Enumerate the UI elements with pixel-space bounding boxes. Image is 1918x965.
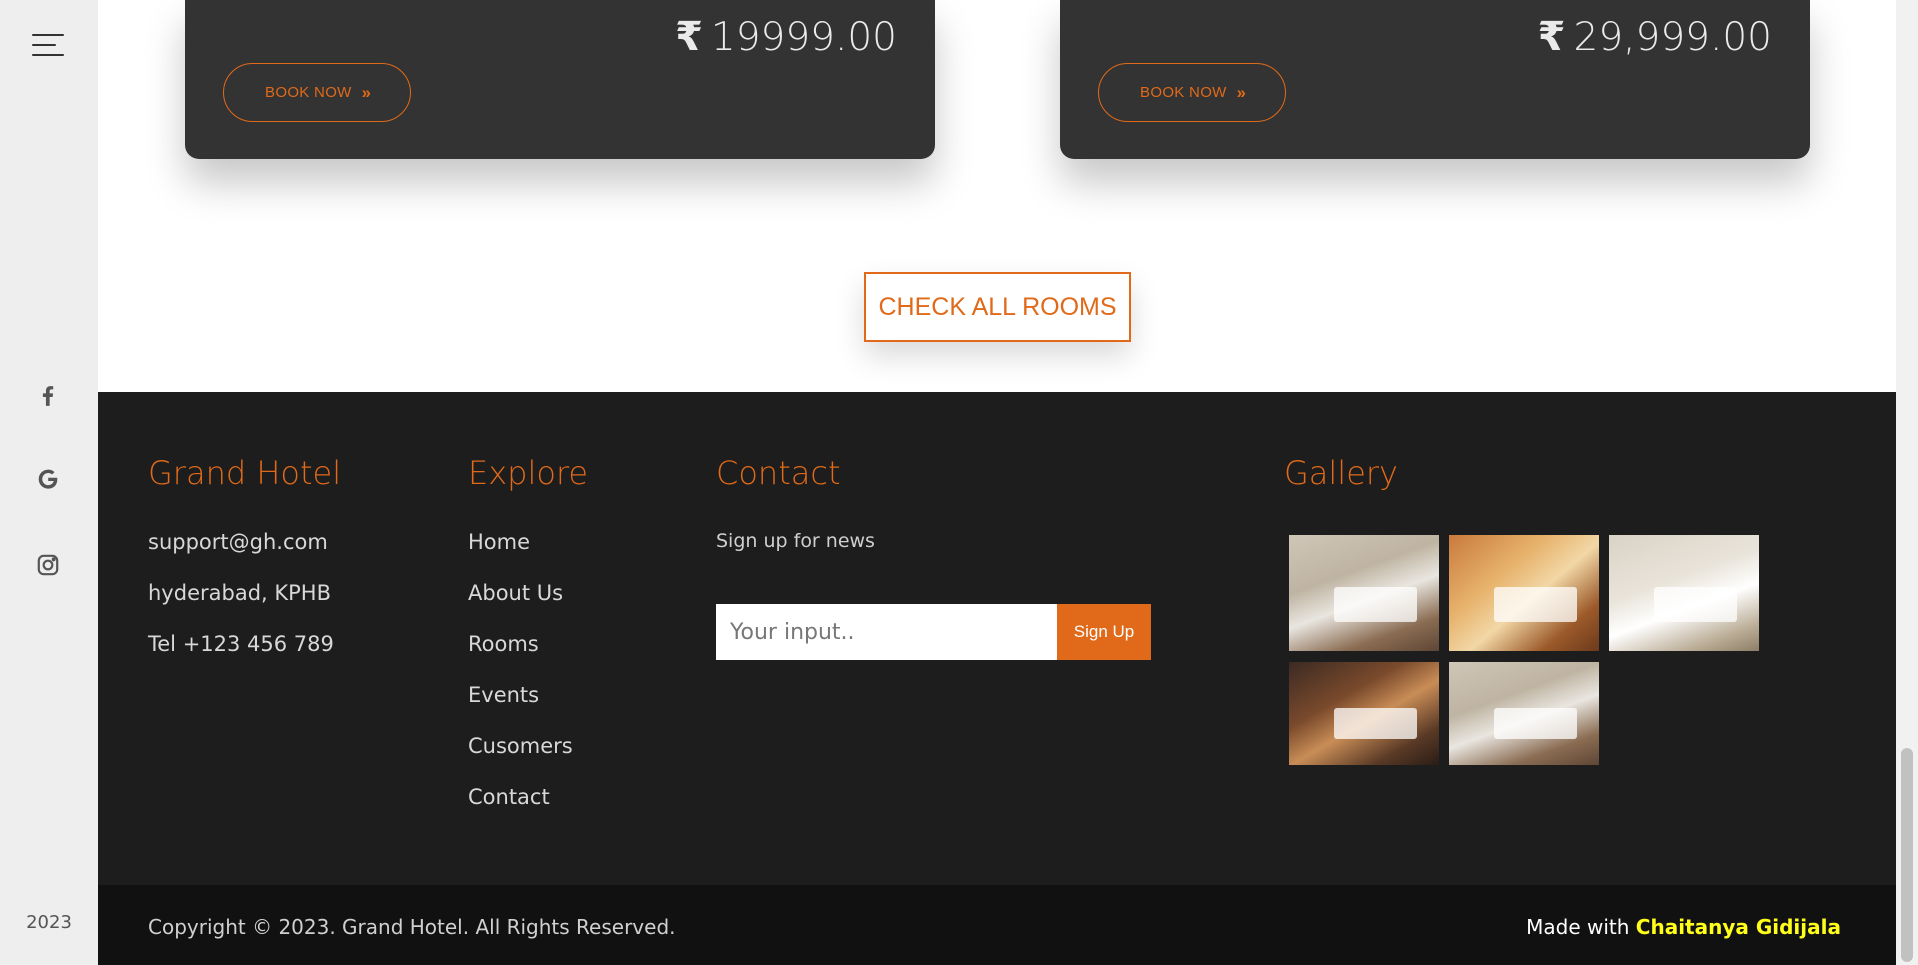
bottom-bar: Copyright © 2023. Grand Hotel. All Right… bbox=[98, 885, 1896, 965]
footer: Grand Hotel support@gh.com hyderabad, KP… bbox=[98, 392, 1896, 885]
rail-year: 2023 bbox=[26, 912, 72, 933]
scrollbar[interactable] bbox=[1896, 0, 1918, 965]
brand-title: Grand Hotel bbox=[148, 454, 342, 492]
gallery-image[interactable] bbox=[1289, 662, 1439, 765]
rupee-icon: ₹ bbox=[1537, 14, 1566, 60]
room-card: ₹ 19999.00 BOOK NOW ›› bbox=[185, 0, 935, 159]
newsletter-label: Sign up for news bbox=[716, 530, 875, 552]
explore-title: Explore bbox=[468, 454, 589, 492]
double-chevron-right-icon: ›› bbox=[1236, 82, 1246, 102]
check-all-rooms-button[interactable]: CHECK ALL ROOMS bbox=[864, 272, 1131, 342]
book-now-label: BOOK NOW bbox=[1140, 84, 1227, 101]
footer-link-about-us[interactable]: About Us bbox=[468, 581, 563, 605]
book-now-label: BOOK NOW bbox=[265, 84, 352, 101]
address: hyderabad, KPHB bbox=[148, 581, 332, 605]
contact-title: Contact bbox=[716, 454, 841, 492]
price-value: 29,999.00 bbox=[1573, 14, 1773, 60]
scrollbar-thumb[interactable] bbox=[1901, 748, 1913, 962]
footer-link-contact[interactable]: Contact bbox=[468, 785, 550, 809]
price-value: 19999.00 bbox=[710, 14, 897, 60]
gallery-title: Gallery bbox=[1284, 454, 1398, 492]
room-card: ₹ 29,999.00 BOOK NOW ›› bbox=[1060, 0, 1810, 159]
sign-up-button[interactable]: Sign Up bbox=[1057, 604, 1151, 660]
hamburger-menu-icon[interactable] bbox=[32, 34, 64, 58]
support-email: support@gh.com bbox=[148, 530, 328, 554]
footer-link-events[interactable]: Events bbox=[468, 683, 539, 707]
room-price: ₹ 19999.00 bbox=[675, 14, 897, 60]
copyright-text: Copyright © 2023. Grand Hotel. All Right… bbox=[148, 915, 676, 939]
made-with-label: Made with bbox=[1526, 915, 1630, 939]
gallery-image[interactable] bbox=[1449, 535, 1599, 651]
newsletter-email-input[interactable] bbox=[716, 604, 1057, 660]
facebook-icon[interactable] bbox=[31, 378, 65, 412]
gallery-image[interactable] bbox=[1449, 662, 1599, 765]
gallery-image[interactable] bbox=[1289, 535, 1439, 651]
phone: Tel +123 456 789 bbox=[148, 632, 334, 656]
double-chevron-right-icon: ›› bbox=[361, 82, 371, 102]
author-link[interactable]: Chaitanya Gidijala bbox=[1636, 915, 1841, 939]
footer-link-rooms[interactable]: Rooms bbox=[468, 632, 539, 656]
book-now-button[interactable]: BOOK NOW ›› bbox=[1098, 63, 1286, 122]
google-icon[interactable] bbox=[31, 462, 65, 496]
instagram-icon[interactable] bbox=[31, 548, 65, 582]
footer-link-customers[interactable]: Cusomers bbox=[468, 734, 573, 758]
room-price: ₹ 29,999.00 bbox=[1538, 14, 1772, 60]
footer-link-home[interactable]: Home bbox=[468, 530, 530, 554]
gallery-image[interactable] bbox=[1609, 535, 1759, 651]
made-with-credit: Made with Chaitanya Gidijala bbox=[1526, 915, 1841, 939]
left-rail: 2023 bbox=[0, 0, 98, 965]
rupee-icon: ₹ bbox=[675, 14, 703, 60]
book-now-button[interactable]: BOOK NOW ›› bbox=[223, 63, 411, 122]
